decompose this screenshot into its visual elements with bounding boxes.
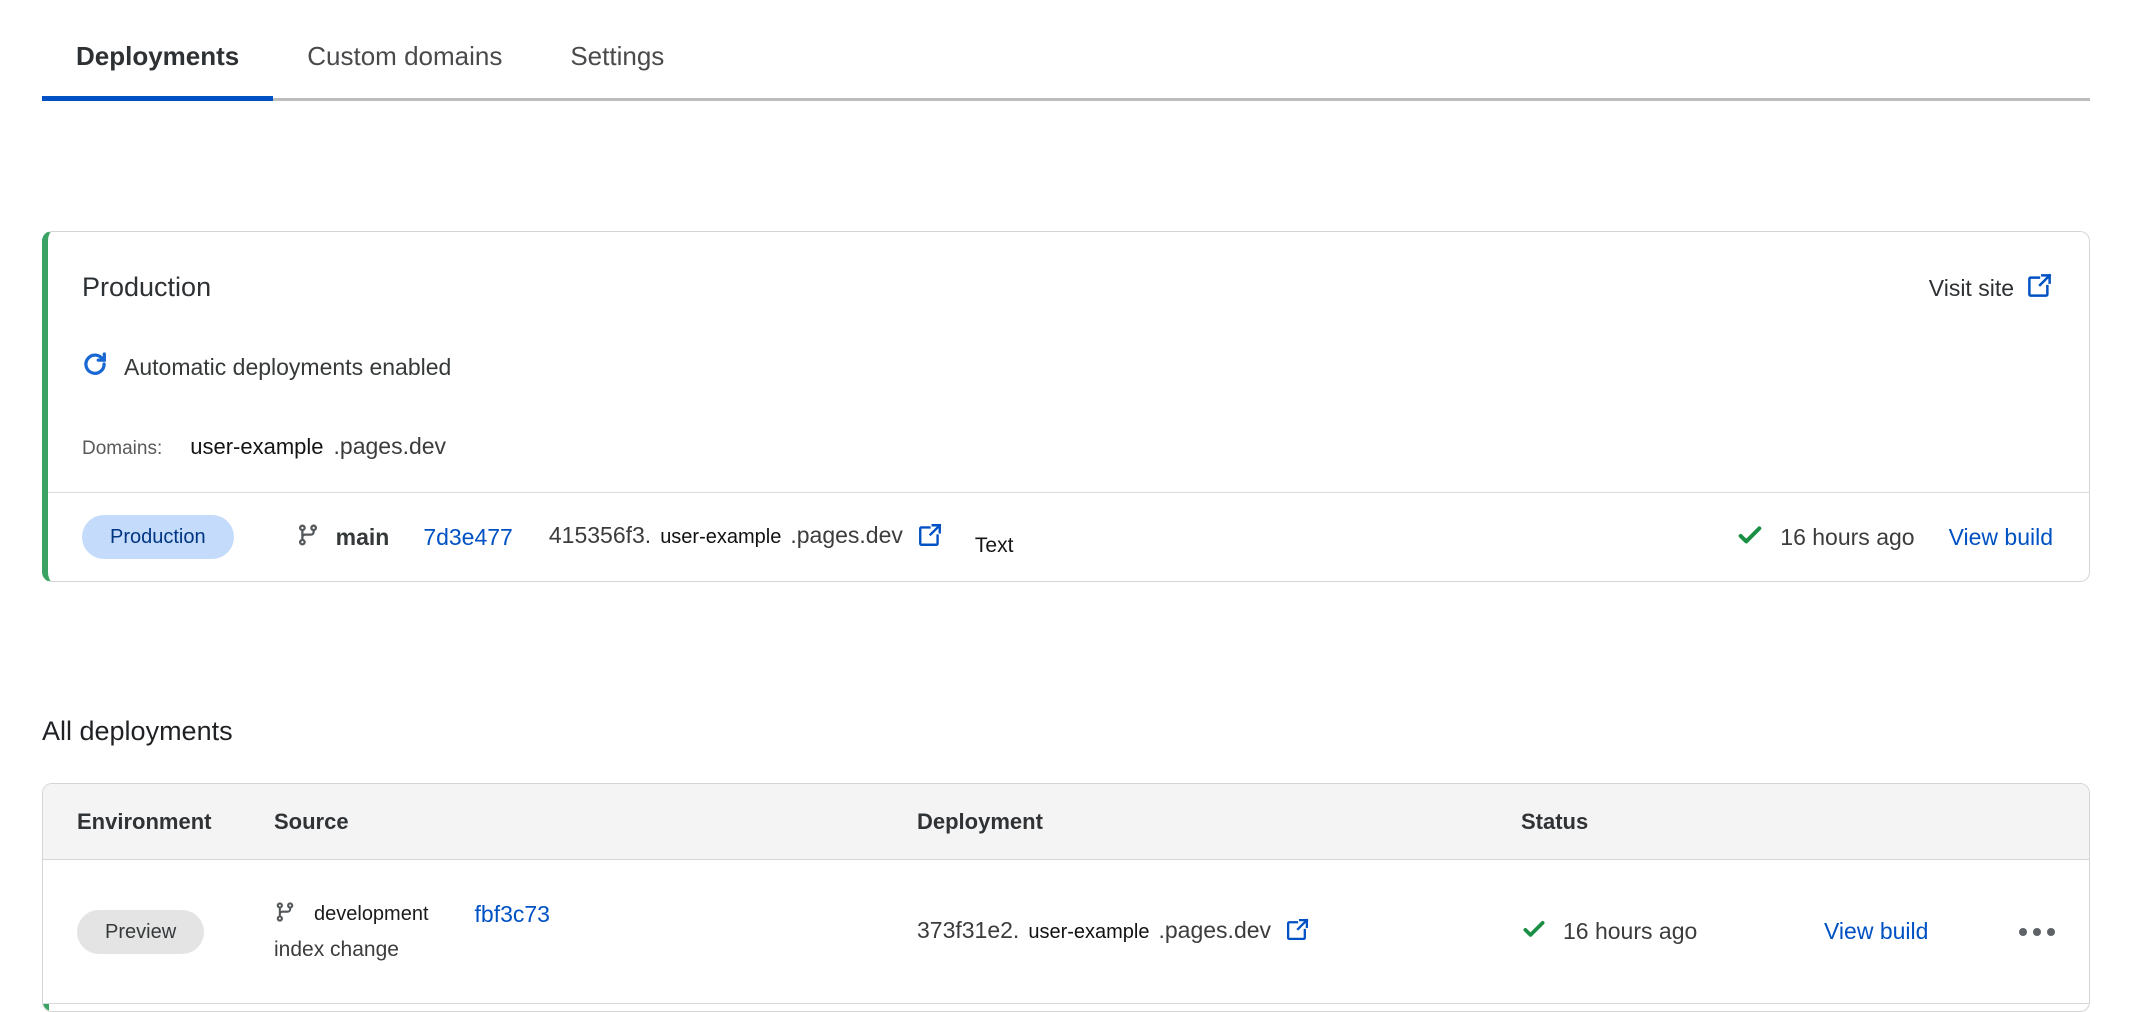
check-icon (1521, 916, 1547, 947)
git-branch-icon (296, 523, 320, 552)
check-icon (1736, 521, 1764, 554)
tab-deployments[interactable]: Deployments (42, 36, 273, 101)
deployment-url: 415356f3. user-example .pages.dev (549, 522, 943, 553)
table-row: Preview development fbf3c73 index change… (43, 860, 2089, 1003)
branch-name: development (314, 903, 429, 926)
production-card: Production Visit site Automa (42, 231, 2090, 582)
source-cell: development fbf3c73 index change (274, 901, 917, 962)
column-deployment: Deployment (917, 809, 1521, 835)
visit-site-label: Visit site (1929, 275, 2014, 302)
table-header-row: Environment Source Deployment Status (43, 784, 2089, 860)
all-deployments-title: All deployments (42, 716, 2090, 747)
view-build-link[interactable]: View build (1949, 524, 2053, 551)
view-build-link[interactable]: View build (1824, 918, 2016, 945)
domain-suffix: .pages.dev (334, 433, 447, 460)
deployment-url-name: user-example (660, 526, 781, 549)
commit-hash-link[interactable]: 7d3e477 (423, 524, 513, 551)
tab-custom-domains[interactable]: Custom domains (273, 36, 536, 101)
column-status: Status (1521, 809, 1824, 835)
column-source: Source (274, 809, 917, 835)
commit-message: Text (975, 534, 1014, 558)
tab-settings[interactable]: Settings (536, 36, 698, 101)
deployments-table: Environment Source Deployment Status Pre… (42, 783, 2090, 1012)
external-link-icon (2026, 272, 2053, 305)
auto-deployments-text: Automatic deployments enabled (124, 354, 451, 381)
environment-badge-preview: Preview (77, 910, 204, 954)
environment-badge-production: Production (82, 515, 234, 559)
more-menu-button[interactable] (2019, 918, 2055, 946)
external-link-icon[interactable] (1285, 917, 1310, 947)
git-branch-icon (274, 901, 296, 928)
production-deployment-row: Production main 7d3e477 415356f3. user-e… (48, 493, 2089, 581)
deployment-url: 373f31e2. user-example .pages.dev (917, 917, 1521, 947)
domain-name: user-example (190, 434, 323, 460)
tab-bar: Deployments Custom domains Settings (42, 36, 2090, 101)
column-environment: Environment (77, 809, 274, 835)
domains-label: Domains: (82, 438, 162, 460)
pages-project-page: Deployments Custom domains Settings Prod… (0, 36, 2132, 1012)
production-card-title: Production (82, 272, 211, 303)
commit-message: index change (274, 938, 917, 962)
deployment-time: 16 hours ago (1563, 918, 1697, 945)
next-row-peek (43, 1003, 2089, 1011)
deployment-url-prefix: 415356f3. (549, 522, 651, 549)
external-link-icon[interactable] (917, 522, 943, 553)
status-cell: 16 hours ago (1521, 916, 1824, 947)
deployment-url-suffix: .pages.dev (1159, 917, 1272, 944)
refresh-icon (82, 351, 108, 383)
branch-name: main (336, 524, 390, 551)
deployment-url-prefix: 373f31e2. (917, 917, 1019, 944)
visit-site-link[interactable]: Visit site (1929, 272, 2053, 305)
deployment-url-name: user-example (1028, 921, 1149, 944)
deployment-time: 16 hours ago (1780, 524, 1914, 551)
deployment-url-suffix: .pages.dev (790, 522, 903, 549)
commit-hash-link[interactable]: fbf3c73 (475, 901, 550, 928)
